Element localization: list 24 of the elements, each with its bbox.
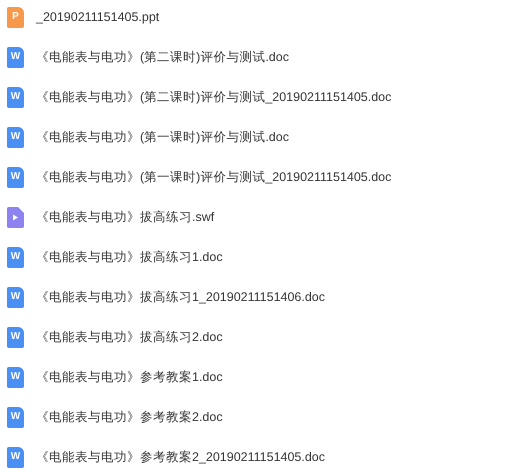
file-name[interactable]: _20190211151405.ppt bbox=[36, 8, 160, 26]
file-name[interactable]: 《电能表与电功》参考教案1.doc bbox=[36, 368, 223, 386]
document-file-icon: W bbox=[7, 126, 24, 148]
document-file-icon: W bbox=[7, 86, 24, 108]
file-name[interactable]: 《电能表与电功》拔高练习1.doc bbox=[36, 248, 223, 266]
file-name[interactable]: 《电能表与电功》参考教案2_20190211151405.doc bbox=[36, 448, 326, 466]
file-name[interactable]: 《电能表与电功》(第一课时)评价与测试.doc bbox=[36, 128, 289, 146]
document-file-icon: W bbox=[7, 246, 24, 268]
file-name[interactable]: 《电能表与电功》拔高练习1_20190211151406.doc bbox=[36, 288, 326, 306]
file-name[interactable]: 《电能表与电功》(第一课时)评价与测试_20190211151405.doc bbox=[36, 168, 392, 186]
document-file-icon: W bbox=[7, 406, 24, 428]
document-file-icon: W bbox=[7, 286, 24, 308]
document-file-icon: W bbox=[7, 326, 24, 348]
file-name[interactable]: 《电能表与电功》参考教案2.doc bbox=[36, 408, 223, 426]
file-name[interactable]: 《电能表与电功》拔高练习2.doc bbox=[36, 328, 223, 346]
document-file-icon: W bbox=[7, 46, 24, 68]
document-file-icon: W bbox=[7, 446, 24, 468]
file-name[interactable]: 《电能表与电功》(第二课时)评价与测试_20190211151405.doc bbox=[36, 88, 392, 106]
file-name[interactable]: 《电能表与电功》拔高练习.swf bbox=[36, 208, 214, 226]
presentation-file-icon: P bbox=[7, 6, 24, 28]
file-name[interactable]: 《电能表与电功》(第二课时)评价与测试.doc bbox=[36, 48, 289, 66]
document-file-icon: W bbox=[7, 366, 24, 388]
video-file-icon bbox=[7, 206, 24, 228]
document-file-icon: W bbox=[7, 166, 24, 188]
